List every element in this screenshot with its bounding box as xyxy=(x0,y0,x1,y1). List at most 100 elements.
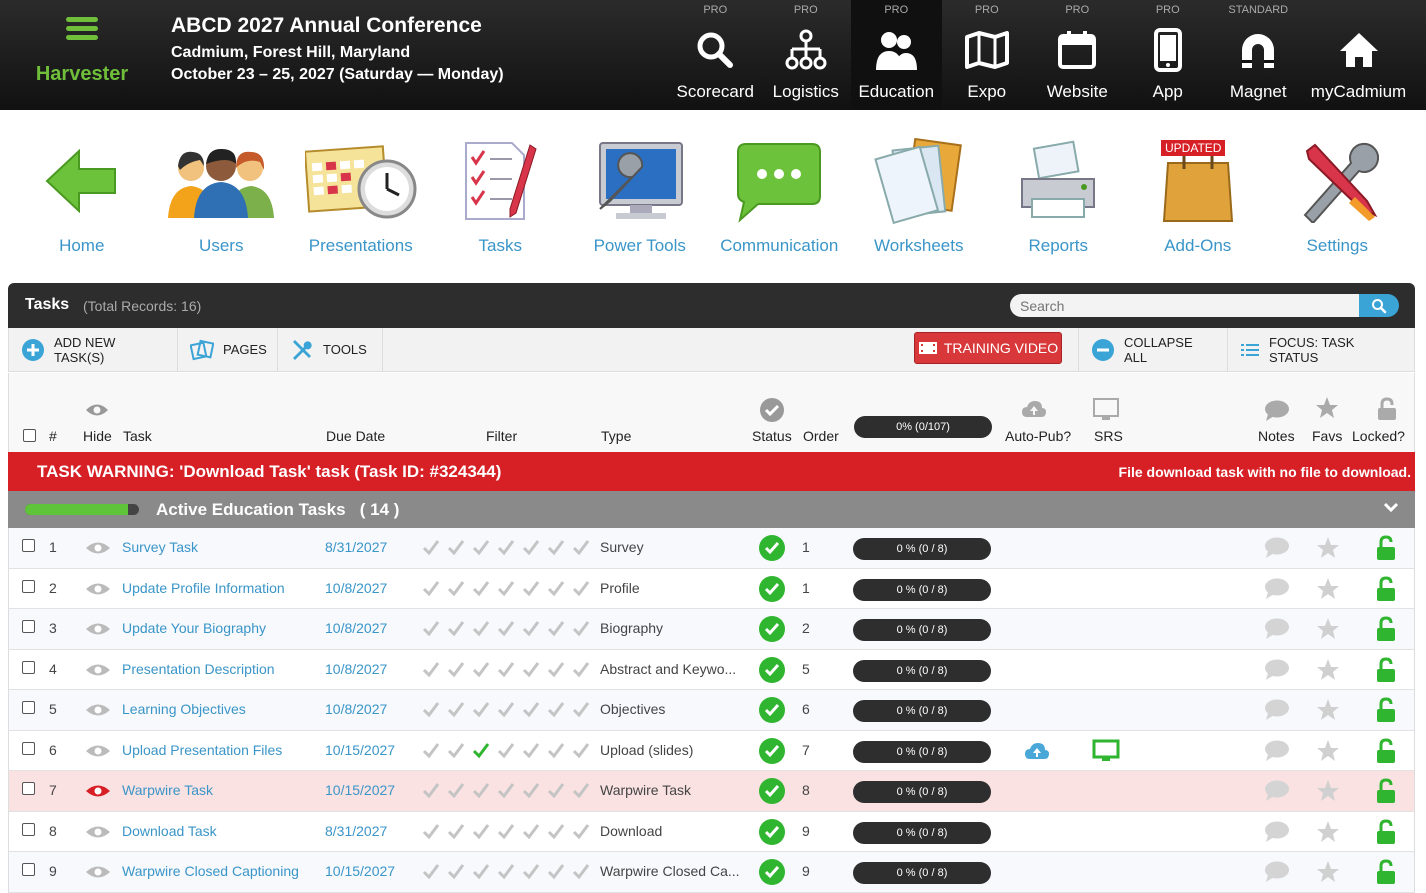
row-checkbox[interactable] xyxy=(22,782,35,795)
table-row[interactable]: 6 Upload Presentation Files 10/15/2027 Uplo… xyxy=(8,730,1415,771)
module-education[interactable]: PRO Education xyxy=(851,0,942,110)
pages-button[interactable]: PAGES xyxy=(178,328,278,371)
col-notes[interactable]: Notes xyxy=(1258,428,1295,444)
due-date[interactable]: 10/8/2027 xyxy=(325,580,387,596)
filter-check-off-icon[interactable] xyxy=(418,537,443,557)
filter-check-off-icon[interactable] xyxy=(418,740,443,760)
notes-bubble-icon[interactable] xyxy=(1264,578,1290,605)
eye-icon[interactable] xyxy=(85,622,111,641)
filter-check-off-icon[interactable] xyxy=(468,537,493,557)
filter-check-off-icon[interactable] xyxy=(493,780,518,800)
module-website[interactable]: PRO Website xyxy=(1032,0,1123,110)
cloud-upload-icon[interactable] xyxy=(1024,742,1050,765)
filter-check-off-icon[interactable] xyxy=(543,659,568,679)
group-header[interactable]: Active Education Tasks ( 14 ) xyxy=(8,491,1415,528)
task-link[interactable]: Download Task xyxy=(122,823,217,839)
due-date[interactable]: 10/15/2027 xyxy=(325,742,395,758)
star-icon[interactable] xyxy=(1316,820,1340,849)
row-checkbox[interactable] xyxy=(22,660,35,674)
nav-add-ons[interactable]: UPDATED Add-Ons xyxy=(1128,132,1268,262)
hamburger-menu-icon[interactable] xyxy=(66,17,98,41)
star-icon[interactable] xyxy=(1316,698,1340,727)
filter-check-off-icon[interactable] xyxy=(568,699,593,719)
search-button[interactable] xyxy=(1359,294,1399,317)
filter-check-off-icon[interactable] xyxy=(443,659,468,679)
eye-icon[interactable] xyxy=(85,663,111,682)
notes-bubble-icon[interactable] xyxy=(1264,659,1290,686)
row-checkbox[interactable] xyxy=(22,741,35,755)
filter-check-off-icon[interactable] xyxy=(418,861,443,881)
unlock-icon[interactable] xyxy=(1376,818,1396,850)
col-hide[interactable]: Hide xyxy=(83,428,112,444)
status-complete-icon[interactable] xyxy=(759,535,785,566)
star-icon[interactable] xyxy=(1316,536,1340,565)
notes-bubble-icon[interactable] xyxy=(1264,618,1290,645)
filter-check-off-icon[interactable] xyxy=(518,861,543,881)
unlock-icon[interactable] xyxy=(1376,535,1396,566)
status-complete-icon[interactable] xyxy=(759,697,785,728)
nav-presentations[interactable]: Presentations xyxy=(291,132,431,262)
unlock-icon[interactable] xyxy=(1376,575,1396,607)
eye-icon[interactable] xyxy=(85,582,111,601)
filter-check-off-icon[interactable] xyxy=(468,618,493,638)
filter-check-off-icon[interactable] xyxy=(493,861,518,881)
filter-check-off-icon[interactable] xyxy=(568,618,593,638)
eye-icon[interactable] xyxy=(85,703,111,722)
due-date[interactable]: 10/15/2027 xyxy=(325,863,395,879)
table-row[interactable]: 9 Warpwire Closed Captioning 10/15/2027 War… xyxy=(8,852,1415,893)
table-row[interactable]: 2 Update Profile Information 10/8/2027 Prof… xyxy=(8,568,1415,609)
due-date[interactable]: 10/8/2027 xyxy=(325,701,387,717)
filter-check-off-icon[interactable] xyxy=(468,578,493,598)
filter-check-off-icon[interactable] xyxy=(518,699,543,719)
filter-check-off-icon[interactable] xyxy=(493,537,518,557)
nav-users[interactable]: Users xyxy=(152,132,292,262)
module-app[interactable]: PRO App xyxy=(1123,0,1214,110)
nav-reports[interactable]: Reports xyxy=(989,132,1129,262)
star-icon[interactable] xyxy=(1316,577,1340,606)
filter-check-off-icon[interactable] xyxy=(518,537,543,557)
filter-check-off-icon[interactable] xyxy=(443,618,468,638)
unlock-icon[interactable] xyxy=(1376,616,1396,647)
filter-check-off-icon[interactable] xyxy=(493,578,518,598)
task-link[interactable]: Learning Objectives xyxy=(122,701,246,717)
module-scorecard[interactable]: PRO Scorecard xyxy=(670,0,761,110)
filter-check-off-icon[interactable] xyxy=(568,659,593,679)
col-favs[interactable]: Favs xyxy=(1312,428,1342,444)
filter-check-off-icon[interactable] xyxy=(543,740,568,760)
row-checkbox[interactable] xyxy=(22,579,35,593)
filter-check-off-icon[interactable] xyxy=(443,780,468,800)
filter-check-off-icon[interactable] xyxy=(493,821,518,841)
filter-check-off-icon[interactable] xyxy=(518,780,543,800)
table-row[interactable]: 1 Survey Task 8/31/2027 Survey 1 0 % (0 / 8) xyxy=(8,528,1415,569)
search-input[interactable] xyxy=(1010,294,1362,317)
filter-check-off-icon[interactable] xyxy=(518,578,543,598)
filter-check-off-icon[interactable] xyxy=(543,578,568,598)
filter-check-off-icon[interactable] xyxy=(418,618,443,638)
filter-check-off-icon[interactable] xyxy=(543,699,568,719)
nav-communication[interactable]: Communication xyxy=(710,132,850,262)
filter-check-off-icon[interactable] xyxy=(443,740,468,760)
eye-icon[interactable] xyxy=(85,825,111,844)
filter-check-off-icon[interactable] xyxy=(493,699,518,719)
filter-check-off-icon[interactable] xyxy=(418,578,443,598)
module-magnet[interactable]: STANDARD Magnet xyxy=(1213,0,1304,110)
table-row[interactable]: 8 Download Task 8/31/2027 Download 9 0 % (0 /… xyxy=(8,811,1415,852)
filter-check-off-icon[interactable] xyxy=(468,699,493,719)
due-date[interactable]: 10/8/2027 xyxy=(325,620,387,636)
filter-check-off-icon[interactable] xyxy=(568,537,593,557)
filter-check-off-icon[interactable] xyxy=(518,618,543,638)
task-link[interactable]: Presentation Description xyxy=(122,661,275,677)
collapse-all-button[interactable]: COLLAPSE ALL xyxy=(1078,328,1228,371)
filter-check-off-icon[interactable] xyxy=(518,821,543,841)
row-checkbox[interactable] xyxy=(22,863,35,876)
status-complete-icon[interactable] xyxy=(759,575,785,607)
notes-bubble-icon[interactable] xyxy=(1264,740,1290,767)
status-complete-icon[interactable] xyxy=(759,656,785,688)
eye-icon[interactable] xyxy=(85,865,111,884)
eye-icon[interactable] xyxy=(85,744,111,763)
filter-check-off-icon[interactable] xyxy=(543,618,568,638)
unlock-icon[interactable] xyxy=(1376,697,1396,728)
filter-check-off-icon[interactable] xyxy=(568,861,593,881)
task-link[interactable]: Warpwire Closed Captioning xyxy=(122,863,299,879)
eye-hidden-icon[interactable] xyxy=(85,784,111,803)
